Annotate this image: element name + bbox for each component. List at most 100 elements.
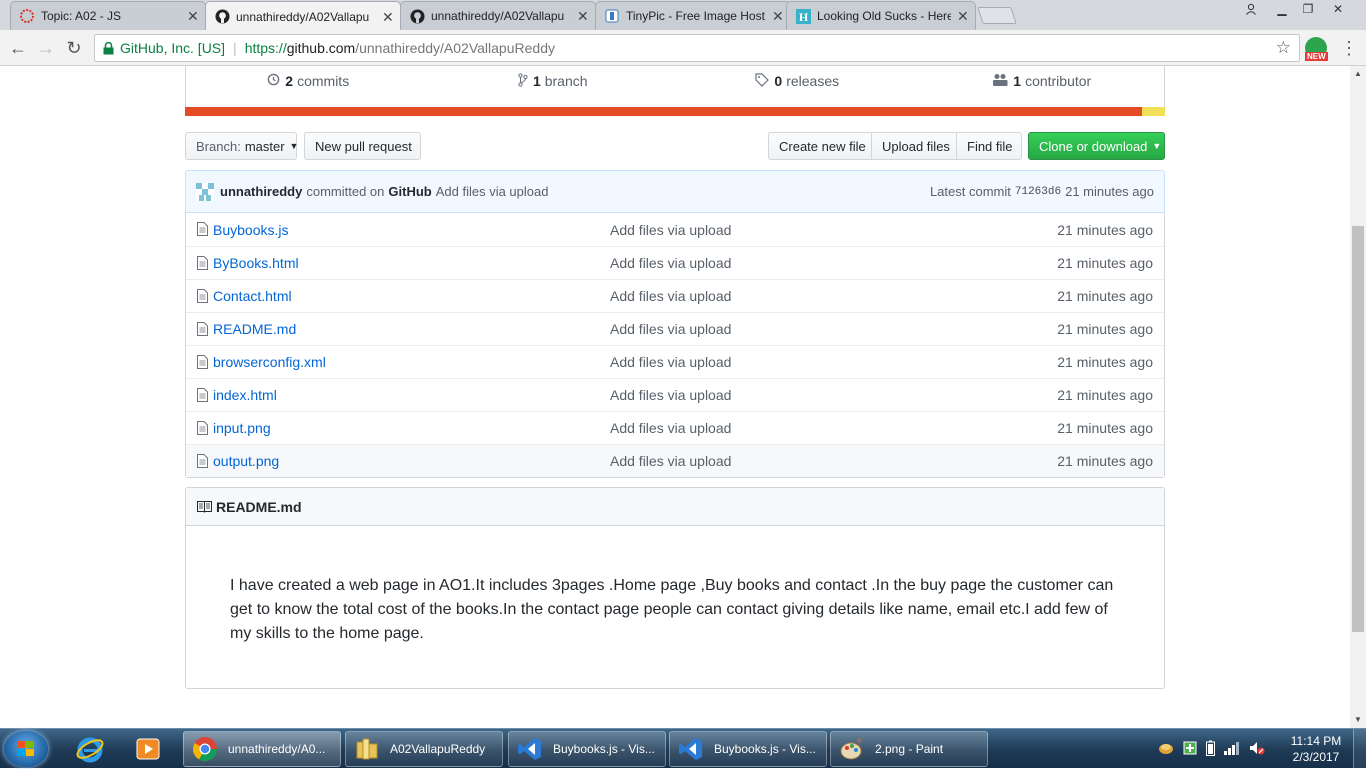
table-row[interactable]: ByBooks.html Add files via upload 21 min…	[186, 246, 1164, 279]
taskbar-item-vscode[interactable]: Buybooks.js - Vis...	[669, 731, 827, 767]
browser-tab[interactable]: unnathireddy/A02Vallapu ✕	[400, 1, 596, 30]
file-name-link[interactable]: Buybooks.js	[213, 222, 288, 238]
close-tab-icon[interactable]: ✕	[957, 9, 969, 23]
battery-icon[interactable]	[1206, 740, 1215, 759]
file-age: 21 minutes ago	[1057, 288, 1153, 304]
page-scrollbar[interactable]: ▲ ▼	[1350, 66, 1366, 728]
clone-or-download-button[interactable]: Clone or download ▼	[1028, 132, 1165, 160]
committer-name: GitHub	[388, 184, 432, 199]
branches-link[interactable]: 1 branch	[431, 66, 676, 108]
browser-tab-active[interactable]: unnathireddy/A02Vallapu ✕	[205, 1, 401, 31]
contributors-link[interactable]: 1 contributor	[920, 66, 1165, 108]
language-bar[interactable]	[185, 107, 1165, 116]
taskbar-item-explorer[interactable]: A02VallapuReddy	[345, 731, 503, 767]
security-shield-icon[interactable]	[1183, 741, 1197, 758]
table-row[interactable]: index.html Add files via upload 21 minut…	[186, 378, 1164, 411]
find-file-button[interactable]: Find file	[956, 132, 1022, 160]
taskbar-item-chrome[interactable]: unnathireddy/A0...	[183, 731, 341, 767]
table-row[interactable]: Buybooks.js Add files via upload 21 minu…	[186, 213, 1164, 246]
file-commit-message-link[interactable]: Add files via upload	[610, 288, 731, 304]
upload-files-button[interactable]: Upload files	[871, 132, 957, 160]
minimize-window-button[interactable]: ▁	[1270, 0, 1294, 18]
close-tab-icon[interactable]: ✕	[382, 10, 394, 24]
commits-label: commits	[297, 73, 350, 89]
file-icon	[197, 421, 208, 435]
file-commit-message-link[interactable]: Add files via upload	[610, 255, 731, 271]
table-row[interactable]: README.md Add files via upload 21 minute…	[186, 312, 1164, 345]
start-button[interactable]	[4, 731, 48, 767]
table-row[interactable]: input.png Add files via upload 21 minute…	[186, 411, 1164, 444]
address-bar[interactable]: GitHub, Inc. [US] | https:// github.com …	[94, 34, 1300, 62]
secure-lock-icon[interactable]	[103, 41, 114, 55]
file-name-link[interactable]: index.html	[213, 387, 277, 403]
close-tab-icon[interactable]: ✕	[772, 9, 784, 23]
releases-count: 0	[774, 73, 783, 89]
media-player-icon[interactable]	[122, 731, 174, 767]
table-row[interactable]: Contact.html Add files via upload 21 min…	[186, 279, 1164, 312]
scroll-down-arrow-icon[interactable]: ▼	[1350, 712, 1366, 728]
file-commit-message-link[interactable]: Add files via upload	[610, 387, 731, 403]
browser-tab[interactable]: Topic: A02 - JS ✕	[10, 1, 206, 30]
close-window-button[interactable]: ✕	[1326, 0, 1350, 18]
commit-message-link[interactable]: Add files via upload	[436, 184, 549, 199]
forward-arrow-icon[interactable]: →	[34, 36, 58, 60]
branch-name: master	[244, 138, 285, 154]
browser-toolbar: ← → ↻ GitHub, Inc. [US] | https:// githu…	[0, 30, 1366, 66]
windows-logo-icon	[17, 741, 34, 756]
extension-new-badge: NEW	[1305, 52, 1328, 61]
new-tab-button[interactable]	[977, 7, 1017, 24]
scroll-up-arrow-icon[interactable]: ▲	[1350, 66, 1366, 82]
repo-summary: 2 commits 1 branch 0 releases 1 contribu…	[185, 66, 1165, 109]
user-profile-icon[interactable]	[1239, 0, 1263, 18]
bookmark-star-icon[interactable]: ☆	[1276, 38, 1291, 58]
file-name-link[interactable]: README.md	[213, 321, 296, 337]
file-commit-message-link[interactable]: Add files via upload	[610, 453, 731, 469]
avatar[interactable]	[196, 182, 214, 201]
chrome-menu-icon[interactable]: ⋮	[1340, 36, 1358, 60]
file-name-link[interactable]: ByBooks.html	[213, 255, 299, 271]
close-tab-icon[interactable]: ✕	[577, 9, 589, 23]
svg-text:H: H	[798, 10, 808, 24]
table-row[interactable]: output.png Add files via upload 21 minut…	[186, 444, 1164, 477]
releases-link[interactable]: 0 releases	[675, 66, 920, 108]
reload-icon[interactable]: ↻	[62, 36, 86, 60]
commit-sha-link[interactable]: 71263d6	[1015, 186, 1061, 198]
file-commit-message-link[interactable]: Add files via upload	[610, 222, 731, 238]
taskbar-item-label: 2.png - Paint	[875, 742, 944, 756]
readme-title: README.md	[216, 498, 302, 515]
restore-window-button[interactable]: ❐	[1296, 0, 1320, 18]
file-name-link[interactable]: output.png	[213, 453, 279, 469]
create-new-file-button[interactable]: Create new file	[768, 132, 872, 160]
taskbar-item-paint[interactable]: 2.png - Paint	[830, 731, 988, 767]
browser-tab[interactable]: TinyPic - Free Image Host ✕	[595, 1, 791, 30]
new-pull-request-button[interactable]: New pull request	[304, 132, 421, 160]
file-navigation: Branch: master ▼ New pull request Create…	[185, 132, 1165, 160]
file-name-link[interactable]: Contact.html	[213, 288, 292, 304]
file-commit-message-link[interactable]: Add files via upload	[610, 321, 731, 337]
file-age: 21 minutes ago	[1057, 387, 1153, 403]
tag-icon	[755, 72, 770, 90]
network-signal-icon[interactable]	[1224, 741, 1240, 758]
table-row[interactable]: browserconfig.xml Add files via upload 2…	[186, 345, 1164, 378]
taskbar-item-vscode[interactable]: Buybooks.js - Vis...	[508, 731, 666, 767]
show-desktop-button[interactable]	[1353, 729, 1366, 769]
close-tab-icon[interactable]: ✕	[187, 9, 199, 23]
commits-link[interactable]: 2 commits	[186, 66, 431, 108]
notification-area-icon[interactable]	[1158, 741, 1174, 758]
branch-select-button[interactable]: Branch: master ▼	[185, 132, 298, 160]
scrollbar-thumb[interactable]	[1352, 226, 1364, 632]
file-commit-message-link[interactable]: Add files via upload	[610, 420, 731, 436]
commit-age: 21 minutes ago	[1065, 184, 1154, 199]
file-name-link[interactable]: browserconfig.xml	[213, 354, 326, 370]
taskbar-clock[interactable]: 11:14 PM 2/3/2017	[1286, 733, 1346, 765]
file-name-link[interactable]: input.png	[213, 420, 271, 436]
commit-author-link[interactable]: unnathireddy	[220, 184, 302, 199]
file-commit-message-link[interactable]: Add files via upload	[610, 354, 731, 370]
browser-tabstrip: Topic: A02 - JS ✕ unnathireddy/A02Vallap…	[0, 0, 1366, 31]
browser-tab[interactable]: H Looking Old Sucks - Here ✕	[786, 1, 976, 30]
back-arrow-icon[interactable]: ←	[6, 36, 30, 60]
internet-explorer-icon[interactable]	[64, 731, 116, 767]
tab-title: TinyPic - Free Image Host	[626, 9, 765, 23]
volume-muted-icon[interactable]	[1249, 741, 1265, 758]
github-icon	[214, 9, 230, 25]
